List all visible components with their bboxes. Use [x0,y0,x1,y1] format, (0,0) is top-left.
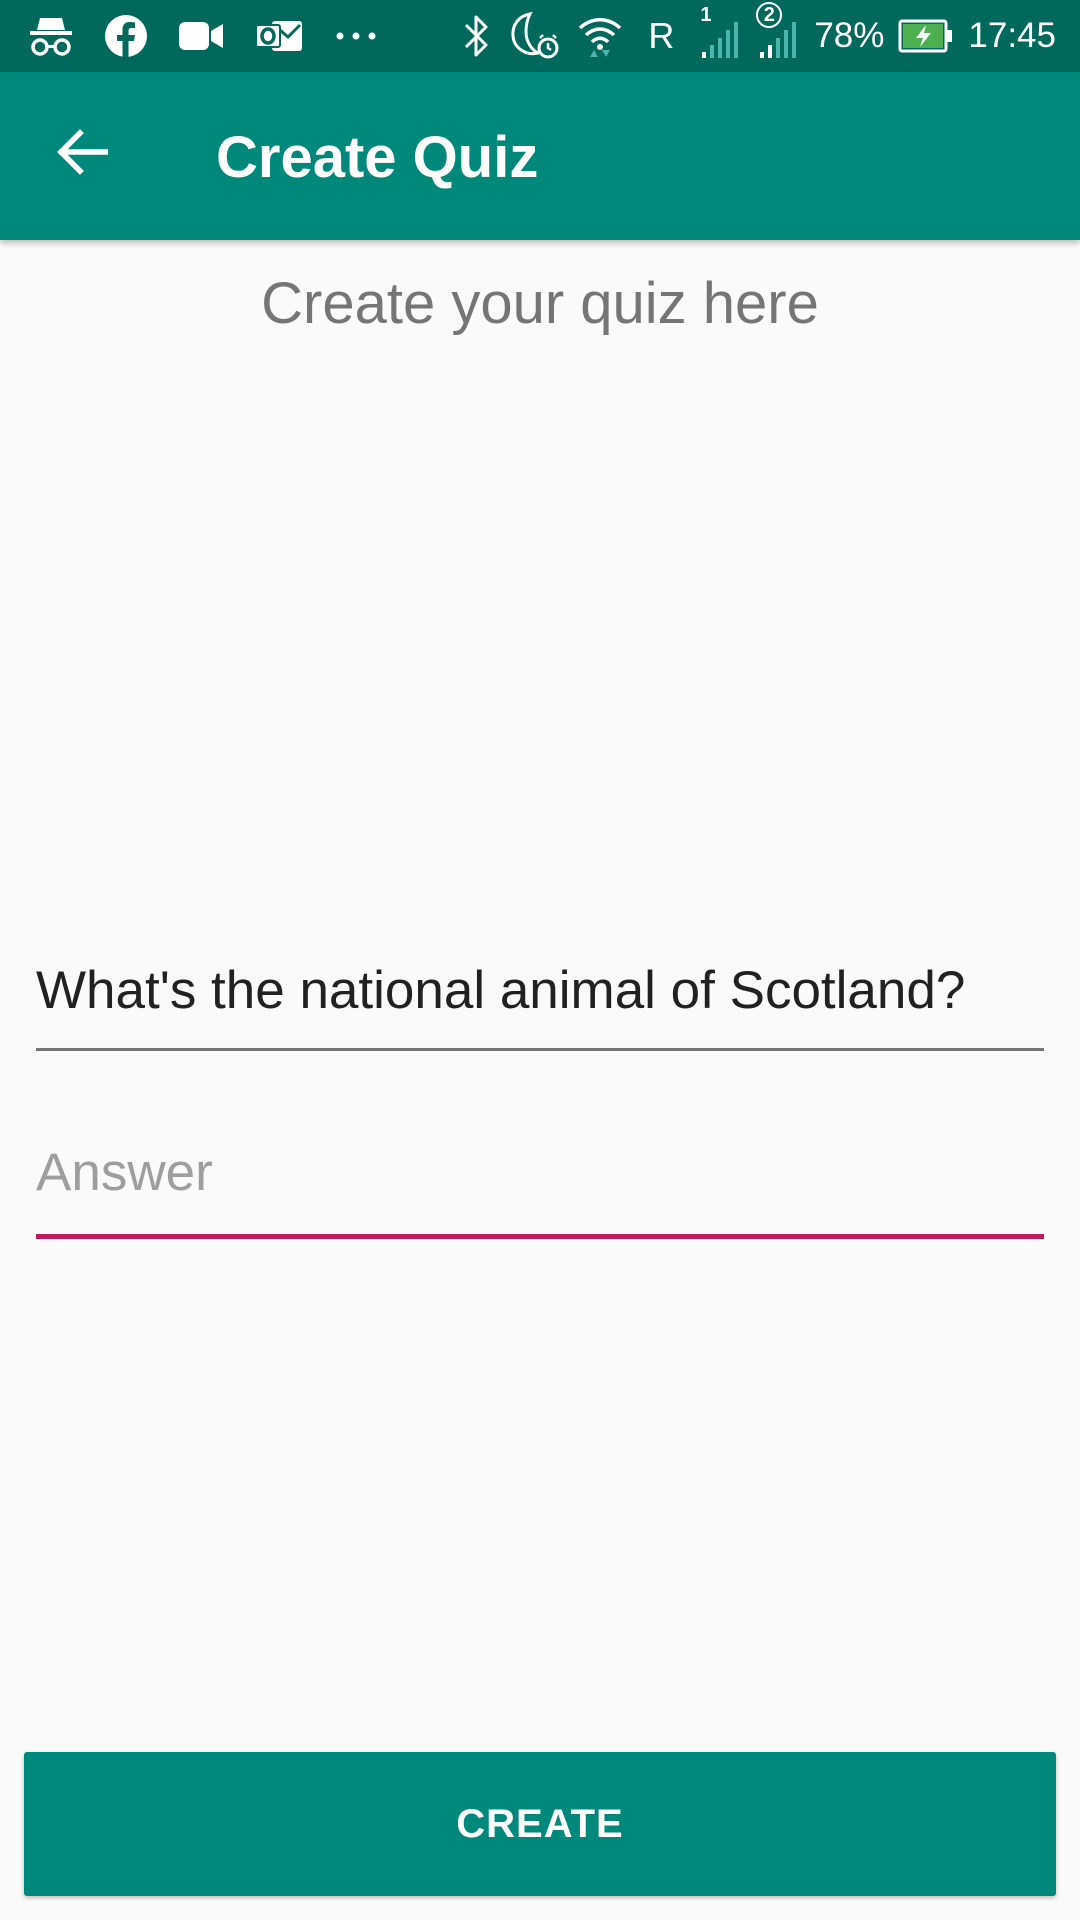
app-bar: Create Quiz [0,72,1080,240]
battery-percent: 78% [814,16,885,55]
incognito-icon [28,14,74,58]
page-title: Create Quiz [216,125,539,190]
battery-charging-icon [898,19,954,53]
answer-underline [36,1234,1044,1239]
facebook-icon [104,14,148,58]
outlook-icon [254,16,304,56]
bluetooth-icon [460,13,494,59]
arrow-back-icon [56,128,108,176]
question-field [36,950,1044,1051]
quiz-heading: Create your quiz here [261,271,819,336]
roaming-indicator: R [648,15,675,56]
question-input[interactable] [36,950,1044,1030]
video-camera-icon [178,19,224,53]
status-left-icons [28,14,378,58]
answer-input[interactable] [36,1132,1044,1212]
question-underline [36,1048,1044,1051]
status-bar: R 1 2 78% 17:45 [0,0,1080,72]
signal-sim1-icon: 1 [698,4,742,60]
clock: 17:45 [968,16,1056,55]
answer-field [36,1132,1044,1239]
moon-alarm-icon [508,10,562,62]
more-dots-icon [334,30,378,42]
status-right-icons: R 1 2 78% 17:45 [460,2,1056,62]
wifi-icon [576,14,624,58]
sim1-label: 1 [700,4,712,26]
signal-sim2-icon: 2 [756,2,800,60]
back-button[interactable] [40,110,124,194]
create-button[interactable]: CREATE [24,1752,1056,1896]
